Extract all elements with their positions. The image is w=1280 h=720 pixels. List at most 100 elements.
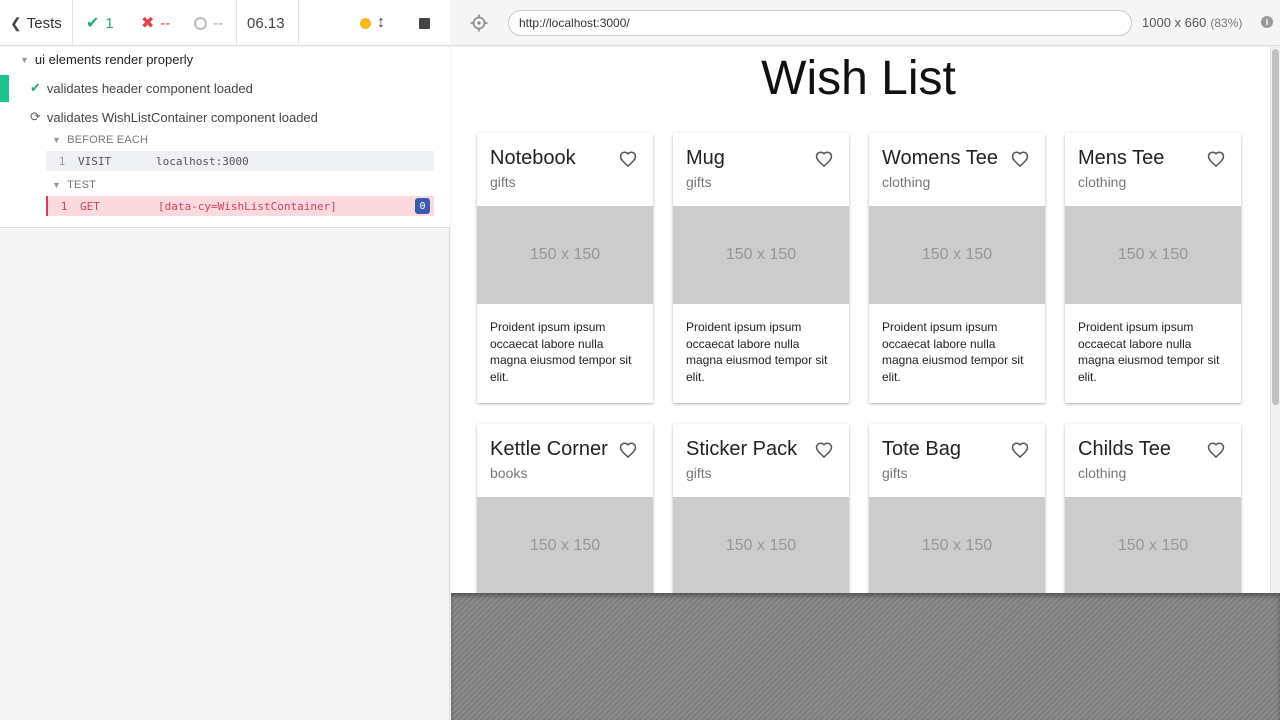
wish-card: Mens Tee clothing 150 x 150 Proident ips… bbox=[1065, 133, 1241, 403]
passed-indicator-bar bbox=[0, 75, 9, 102]
selector-playground-button[interactable] bbox=[470, 14, 488, 32]
info-icon[interactable]: i bbox=[1261, 16, 1273, 28]
card-category: clothing bbox=[882, 174, 931, 190]
command-name: GET bbox=[80, 199, 100, 213]
viewport-size: 1000 x 660 (83%) bbox=[1142, 15, 1242, 30]
viewport-dimensions: 1000 x 660 bbox=[1142, 15, 1207, 30]
test-item-wishlist[interactable]: ⟳ validates WishListContainer component … bbox=[30, 109, 318, 125]
caret-down-icon: ▼ bbox=[20, 54, 29, 65]
heart-icon[interactable] bbox=[619, 441, 637, 459]
card-image-placeholder: 150 x 150 bbox=[477, 206, 653, 304]
card-category: gifts bbox=[490, 174, 516, 190]
wish-card: Notebook gifts 150 x 150 Proident ipsum … bbox=[477, 133, 653, 403]
hook-label: BEFORE EACH bbox=[67, 134, 149, 146]
suite-title[interactable]: ▼ ui elements render properly bbox=[20, 52, 193, 67]
card-image-placeholder: 150 x 150 bbox=[673, 206, 849, 304]
failed-count: -- bbox=[160, 14, 171, 32]
circle-notch-icon bbox=[194, 16, 207, 30]
running-indicator-icon bbox=[360, 17, 371, 29]
card-title: Childs Tee bbox=[1078, 438, 1172, 460]
refresh-icon: ⟳ bbox=[30, 109, 41, 124]
heart-icon[interactable] bbox=[1207, 150, 1225, 168]
wish-card: Kettle Corner books 150 x 150 bbox=[477, 424, 653, 593]
card-title: Tote Bag bbox=[882, 438, 961, 460]
page-title: Wish List bbox=[761, 52, 956, 105]
card-image-placeholder: 150 x 150 bbox=[1065, 497, 1241, 593]
reporter-panel: ❮ Tests ✔ 1 ✖ -- -- 06.13 ↕ ▼ ui element… bbox=[0, 0, 450, 720]
arrows-vertical-icon: ↕ bbox=[377, 14, 385, 31]
pending-count: -- bbox=[213, 14, 223, 32]
passed-count: 1 bbox=[105, 14, 114, 32]
card-title: Sticker Pack bbox=[686, 438, 798, 460]
check-icon: ✔ bbox=[86, 15, 100, 32]
tests-button[interactable]: ❮ Tests bbox=[10, 0, 62, 46]
url-bar[interactable]: http://localhost:3000/ bbox=[508, 10, 1132, 36]
pending-stat: -- bbox=[194, 0, 223, 46]
card-category: clothing bbox=[1078, 174, 1127, 190]
stop-button[interactable] bbox=[419, 0, 430, 46]
reporter-header: ❮ Tests ✔ 1 ✖ -- -- 06.13 ↕ bbox=[0, 0, 450, 46]
card-image-placeholder: 150 x 150 bbox=[869, 206, 1045, 304]
hook-before-each[interactable]: ▼ BEFORE EACH bbox=[52, 134, 148, 146]
wish-card: Womens Tee clothing 150 x 150 Proident i… bbox=[869, 133, 1045, 403]
card-title: Mug bbox=[686, 147, 725, 169]
command-visit[interactable]: 1 VISIT localhost:3000 bbox=[46, 151, 434, 171]
test-title: validates header component loaded bbox=[46, 80, 253, 96]
card-title: Notebook bbox=[490, 147, 576, 169]
scrollbar-thumb[interactable] bbox=[1272, 49, 1279, 405]
card-description: Proident ipsum ipsum occaecat labore nul… bbox=[882, 320, 1024, 385]
element-count-badge: 0 bbox=[415, 198, 430, 214]
card-image-placeholder: 150 x 150 bbox=[673, 497, 849, 593]
check-icon: ✔ bbox=[30, 80, 41, 95]
duration: 06.13 bbox=[247, 14, 285, 32]
wish-card: Childs Tee clothing 150 x 150 bbox=[1065, 424, 1241, 593]
command-message: [data-cy=WishListContainer] bbox=[158, 199, 337, 213]
command-get[interactable]: 1 GET [data-cy=WishListContainer] 0 bbox=[46, 196, 434, 216]
command-number: 1 bbox=[60, 199, 68, 213]
wish-card: Tote Bag gifts 150 x 150 bbox=[869, 424, 1045, 593]
command-message: localhost:3000 bbox=[156, 154, 249, 168]
command-number: 1 bbox=[58, 154, 66, 168]
stop-icon bbox=[419, 17, 430, 29]
card-category: gifts bbox=[686, 465, 712, 481]
test-item-header[interactable]: ✔ validates header component loaded bbox=[30, 80, 253, 96]
hook-test[interactable]: ▼ TEST bbox=[52, 179, 96, 191]
heart-icon[interactable] bbox=[1011, 441, 1029, 459]
scrollbar[interactable] bbox=[1270, 47, 1280, 593]
runner-panel: http://localhost:3000/ 1000 x 660 (83%) i… bbox=[451, 0, 1280, 720]
heart-icon[interactable] bbox=[815, 441, 833, 459]
divider bbox=[298, 0, 299, 46]
hook-label: TEST bbox=[67, 179, 97, 191]
divider bbox=[72, 0, 73, 46]
card-category: books bbox=[490, 465, 528, 481]
auto-scroll-button[interactable]: ↕ bbox=[360, 0, 385, 46]
heart-icon[interactable] bbox=[1207, 441, 1225, 459]
divider bbox=[236, 0, 237, 46]
crosshair-icon bbox=[470, 14, 488, 32]
heart-icon[interactable] bbox=[815, 150, 833, 168]
card-description: Proident ipsum ipsum occaecat labore nul… bbox=[1078, 320, 1220, 385]
failed-stat: ✖ -- bbox=[141, 0, 170, 46]
chevron-left-icon: ❮ bbox=[10, 14, 22, 31]
command-log: ▼ ui elements render properly ✔ validate… bbox=[0, 47, 450, 228]
passed-stat: ✔ 1 bbox=[86, 0, 114, 46]
command-name: VISIT bbox=[78, 154, 112, 168]
card-image-placeholder: 150 x 150 bbox=[869, 497, 1045, 593]
card-category: gifts bbox=[882, 465, 908, 481]
card-description: Proident ipsum ipsum occaecat labore nul… bbox=[490, 320, 632, 385]
test-title: validates WishListContainer component lo… bbox=[46, 109, 318, 125]
card-image-placeholder: 150 x 150 bbox=[477, 497, 653, 593]
heart-icon[interactable] bbox=[1011, 150, 1029, 168]
card-title: Kettle Corner bbox=[490, 438, 608, 460]
card-image-placeholder: 150 x 150 bbox=[1065, 206, 1241, 304]
runner-header: http://localhost:3000/ 1000 x 660 (83%) i bbox=[451, 0, 1280, 46]
card-category: clothing bbox=[1078, 465, 1127, 481]
card-title: Mens Tee bbox=[1078, 147, 1165, 169]
wish-card: Mug gifts 150 x 150 Proident ipsum ipsum… bbox=[673, 133, 849, 403]
card-title: Womens Tee bbox=[882, 147, 998, 169]
tests-label: Tests bbox=[26, 14, 62, 32]
caret-down-icon: ▼ bbox=[52, 135, 62, 145]
heart-icon[interactable] bbox=[619, 150, 637, 168]
card-description: Proident ipsum ipsum occaecat labore nul… bbox=[686, 320, 828, 385]
caret-down-icon: ▼ bbox=[52, 180, 62, 190]
